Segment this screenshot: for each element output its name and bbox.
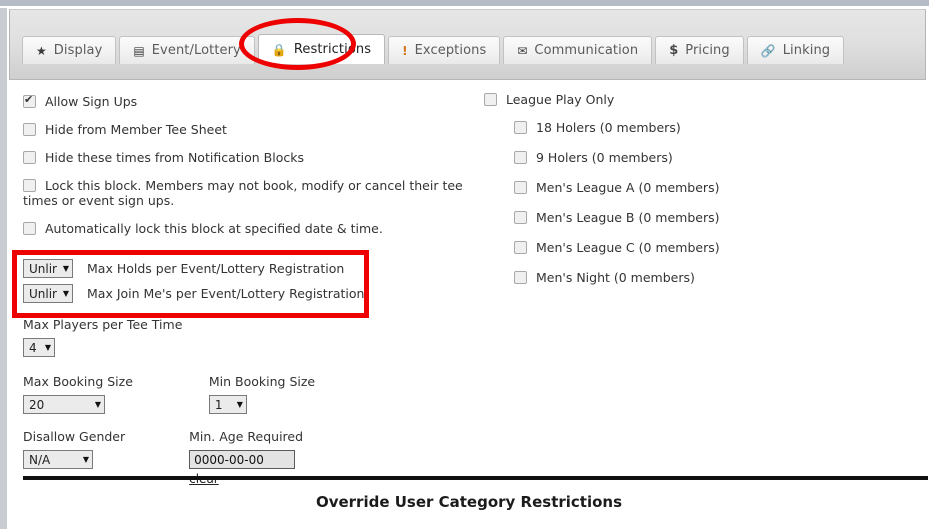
checkbox-league-mens-league-b[interactable] bbox=[514, 211, 527, 224]
min-booking-size-select[interactable]: 1 ▼ bbox=[208, 395, 247, 414]
checkbox-row-lock-this-block[interactable]: Lock this block. Members may not book, m… bbox=[23, 178, 493, 208]
tab-exceptions[interactable]: ! Exceptions bbox=[388, 36, 501, 64]
league-item-mens-league-b[interactable]: Men's League B (0 members) bbox=[514, 210, 904, 225]
checkbox-hide-from-notification-blocks[interactable] bbox=[23, 151, 36, 164]
tab-list: ★ Display ▤ Event/Lottery 🔒 Restrictions… bbox=[22, 34, 845, 64]
max-booking-size-select[interactable]: 20 ▼ bbox=[23, 395, 105, 414]
section-divider bbox=[23, 476, 928, 480]
min-booking-size-group: Min Booking Size 1 ▼ bbox=[208, 374, 316, 414]
chevron-down-icon: ▼ bbox=[82, 455, 89, 464]
checkbox-league-mens-league-a[interactable] bbox=[514, 181, 527, 194]
lock-icon: 🔒 bbox=[271, 42, 287, 57]
checkbox-auto-lock-block-label: Automatically lock this block at specifi… bbox=[45, 221, 383, 236]
tab-restrictions[interactable]: 🔒 Restrictions bbox=[257, 34, 386, 64]
min-booking-size-label: Min Booking Size bbox=[208, 374, 316, 389]
star-icon: ★ bbox=[36, 43, 47, 58]
min-age-required-input[interactable] bbox=[189, 450, 296, 469]
dollar-icon: $ bbox=[669, 43, 679, 58]
tab-restrictions-label: Restrictions bbox=[293, 42, 372, 57]
max-booking-size-group: Max Booking Size 20 ▼ bbox=[23, 374, 133, 414]
checkbox-hide-from-notification-blocks-label: Hide these times from Notification Block… bbox=[45, 150, 304, 165]
exclamation-icon: ! bbox=[402, 43, 408, 58]
chevron-down-icon: ▼ bbox=[62, 264, 69, 273]
min-age-required-label: Min. Age Required bbox=[189, 429, 304, 444]
checkbox-league-mens-league-c[interactable] bbox=[514, 241, 527, 254]
checkbox-league-play-only[interactable] bbox=[484, 93, 497, 106]
disallow-gender-select[interactable]: N/A ▼ bbox=[23, 450, 93, 469]
league-item-18-holers[interactable]: 18 Holers (0 members) bbox=[514, 120, 904, 135]
chevron-down-icon: ▼ bbox=[62, 289, 69, 298]
league-item-18-holers-label: 18 Holers (0 members) bbox=[536, 120, 681, 135]
tab-communication[interactable]: ✉ Communication bbox=[503, 36, 653, 64]
chevron-down-icon: ▼ bbox=[236, 400, 243, 409]
tab-event-lottery[interactable]: ▤ Event/Lottery bbox=[119, 36, 255, 64]
max-players-per-tee-time-value: 4 bbox=[29, 340, 37, 355]
max-holds-select-value: Unlir bbox=[29, 261, 57, 276]
checkbox-league-9-holers[interactable] bbox=[514, 151, 527, 164]
booking-size-row: Max Booking Size 20 ▼ Min Booking Size 1… bbox=[23, 374, 493, 414]
league-item-9-holers-label: 9 Holers (0 members) bbox=[536, 150, 673, 165]
max-players-per-tee-time-select[interactable]: 4 ▼ bbox=[23, 338, 55, 357]
max-holds-row: Unlir ▼ Max Holds per Event/Lottery Regi… bbox=[23, 259, 493, 278]
checkbox-row-auto-lock-block[interactable]: Automatically lock this block at specifi… bbox=[23, 221, 493, 236]
tab-linking-label: Linking bbox=[782, 43, 831, 58]
min-booking-size-value: 1 bbox=[214, 397, 223, 412]
max-holds-select[interactable]: Unlir ▼ bbox=[23, 259, 73, 278]
max-join-mes-select[interactable]: Unlir ▼ bbox=[23, 284, 73, 303]
tab-pricing[interactable]: $ Pricing bbox=[655, 36, 744, 64]
link-icon: 🔗 bbox=[760, 43, 776, 58]
top-strip-separator bbox=[0, 6, 929, 8]
envelope-icon: ✉ bbox=[517, 43, 528, 58]
checkbox-auto-lock-block[interactable] bbox=[23, 222, 36, 235]
checkbox-row-hide-from-member-tee-sheet[interactable]: Hide from Member Tee Sheet bbox=[23, 122, 493, 137]
league-item-mens-league-a-label: Men's League A (0 members) bbox=[536, 180, 720, 195]
max-booking-size-value: 20 bbox=[29, 397, 45, 412]
checkbox-row-league-play-only[interactable]: League Play Only bbox=[484, 92, 904, 107]
league-item-mens-league-b-label: Men's League B (0 members) bbox=[536, 210, 720, 225]
tab-communication-label: Communication bbox=[534, 43, 639, 58]
chevron-down-icon: ▼ bbox=[44, 343, 51, 352]
checkbox-league-18-holers[interactable] bbox=[514, 121, 527, 134]
tab-pricing-label: Pricing bbox=[685, 43, 730, 58]
league-item-mens-night[interactable]: Men's Night (0 members) bbox=[514, 270, 904, 285]
restrictions-panel: Allow Sign Ups Hide from Member Tee Shee… bbox=[9, 80, 929, 529]
league-item-mens-night-label: Men's Night (0 members) bbox=[536, 270, 695, 285]
tab-exceptions-label: Exceptions bbox=[414, 43, 487, 58]
tab-display[interactable]: ★ Display bbox=[22, 36, 117, 64]
max-join-mes-label: Max Join Me's per Event/Lottery Registra… bbox=[87, 286, 365, 301]
restrictions-left-column: Allow Sign Ups Hide from Member Tee Shee… bbox=[23, 93, 493, 486]
max-holds-label: Max Holds per Event/Lottery Registration bbox=[87, 261, 345, 276]
checkbox-lock-this-block-label: Lock this block. Members may not book, m… bbox=[23, 178, 463, 208]
disallow-gender-value: N/A bbox=[29, 452, 51, 467]
max-join-mes-row: Unlir ▼ Max Join Me's per Event/Lottery … bbox=[23, 284, 493, 303]
max-join-mes-select-value: Unlir bbox=[29, 286, 57, 301]
checkbox-league-mens-night[interactable] bbox=[514, 271, 527, 284]
league-item-mens-league-c-label: Men's League C (0 members) bbox=[536, 240, 720, 255]
checkbox-allow-sign-ups[interactable] bbox=[23, 93, 36, 108]
checkbox-row-hide-from-notification-blocks[interactable]: Hide these times from Notification Block… bbox=[23, 150, 493, 165]
checkbox-allow-sign-ups-label: Allow Sign Ups bbox=[45, 94, 138, 109]
checkbox-league-play-only-label: League Play Only bbox=[506, 92, 615, 107]
disallow-gender-label: Disallow Gender bbox=[23, 429, 126, 444]
checkbox-lock-this-block[interactable] bbox=[23, 179, 36, 192]
restrictions-right-column: League Play Only 18 Holers (0 members) 9… bbox=[484, 92, 904, 300]
tab-linking[interactable]: 🔗 Linking bbox=[746, 36, 845, 64]
league-item-mens-league-a[interactable]: Men's League A (0 members) bbox=[514, 180, 904, 195]
league-item-9-holers[interactable]: 9 Holers (0 members) bbox=[514, 150, 904, 165]
chevron-down-icon: ▼ bbox=[94, 400, 101, 409]
override-user-category-restrictions-title: Override User Category Restrictions bbox=[315, 493, 623, 511]
league-list: 18 Holers (0 members) 9 Holers (0 member… bbox=[514, 120, 904, 285]
tab-display-label: Display bbox=[53, 43, 103, 58]
max-players-per-tee-time-label: Max Players per Tee Time bbox=[23, 317, 183, 332]
league-item-mens-league-c[interactable]: Men's League C (0 members) bbox=[514, 240, 904, 255]
max-booking-size-label: Max Booking Size bbox=[23, 374, 133, 389]
page-left-rail bbox=[0, 8, 7, 529]
checkbox-hide-from-member-tee-sheet[interactable] bbox=[23, 123, 36, 136]
checkbox-row-allow-sign-ups[interactable]: Allow Sign Ups bbox=[23, 93, 493, 109]
calendar-icon: ▤ bbox=[133, 43, 145, 58]
checkbox-hide-from-member-tee-sheet-label: Hide from Member Tee Sheet bbox=[45, 122, 227, 137]
tab-event-lottery-label: Event/Lottery bbox=[151, 43, 241, 58]
tab-bar: ★ Display ▤ Event/Lottery 🔒 Restrictions… bbox=[9, 9, 926, 80]
